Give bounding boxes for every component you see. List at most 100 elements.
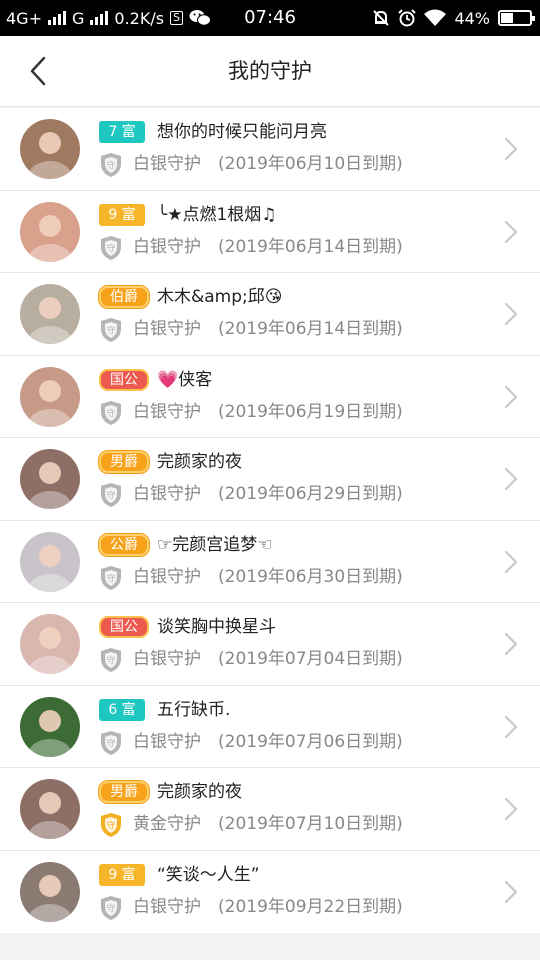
guard-type: 白银守护 <box>133 319 201 339</box>
expiry-date: (2019年06月10日到期) <box>218 154 403 174</box>
avatar[interactable] <box>20 861 80 922</box>
shield-icon: 守 <box>101 648 121 672</box>
user-name: ╰★点燃1根烟♫ <box>157 204 277 225</box>
user-name: 完颜家的夜 <box>157 452 242 472</box>
user-name: “笑谈～人生” <box>157 864 260 885</box>
expiry-date: (2019年06月14日到期) <box>218 236 403 257</box>
shield-icon: 守 <box>101 730 121 755</box>
status-right: 44% <box>372 0 535 36</box>
avatar[interactable] <box>20 201 80 262</box>
avatar-image <box>20 119 80 179</box>
alarm-icon <box>398 9 417 27</box>
guard-row[interactable]: 国公 谈笑胸中换星斗 守 白银守护 (2019年07月04日到期) <box>0 603 540 686</box>
status-bar: 4G+ G 0.2K/s S 07:46 44% <box>0 0 540 36</box>
chevron-right-icon <box>504 302 518 326</box>
battery-icon <box>498 10 535 26</box>
user-name: 完颜家的夜 <box>157 782 242 802</box>
guard-row[interactable]: 男爵 完颜家的夜 守 黄金守护 (2019年07月10日到期) <box>0 768 540 851</box>
level-badge: 7 富 <box>99 121 145 143</box>
level-badge: 6 富 <box>99 698 145 721</box>
guard-row[interactable]: 伯爵 木木&amp;邱😘 守 白银守护 (2019年06月14日到期) <box>0 273 540 356</box>
chevron-right-icon <box>504 880 518 903</box>
guard-type: 白银守护 <box>133 896 201 917</box>
expiry-date: (2019年07月04日到期) <box>218 649 403 669</box>
level-badge: 男爵 <box>99 781 149 803</box>
chevron-right-icon <box>504 632 518 656</box>
avatar-image <box>20 861 80 922</box>
avatar-image <box>20 614 80 674</box>
avatar[interactable] <box>20 696 80 757</box>
user-name: ☞完颜宫追梦☜ <box>157 534 273 555</box>
user-name: 五行缺币. <box>157 699 231 720</box>
level-badge: 9 富 <box>99 203 145 226</box>
expiry-date: (2019年06月14日到期) <box>218 319 403 339</box>
svg-text:守: 守 <box>106 242 115 254</box>
wifi-icon <box>424 9 447 26</box>
avatar[interactable] <box>20 119 80 179</box>
guard-row[interactable]: 9 富 “笑谈～人生” 守 白银守护 (2019年09月22日到期) <box>0 851 540 934</box>
guard-row[interactable]: 6 富 五行缺币. 守 白银守护 (2019年07月06日到期) <box>0 686 540 768</box>
avatar[interactable] <box>20 531 80 592</box>
svg-text:守: 守 <box>106 325 115 337</box>
level-badge: 国公 <box>99 368 149 391</box>
avatar[interactable] <box>20 449 80 509</box>
guard-list: 7 富 想你的时候只能问月亮 守 白银守护 (2019年06月10日到期) 9 … <box>0 108 540 933</box>
shield-icon: 守 <box>101 235 121 260</box>
bottom-area <box>0 933 540 960</box>
shield-icon: 守 <box>101 153 121 177</box>
guard-row[interactable]: 7 富 想你的时候只能问月亮 守 白银守护 (2019年06月10日到期) <box>0 108 540 191</box>
avatar[interactable] <box>20 284 80 344</box>
guard-row[interactable]: 9 富 ╰★点燃1根烟♫ 守 白银守护 (2019年06月14日到期) <box>0 191 540 273</box>
user-name: 木木&amp;邱😘 <box>157 287 283 307</box>
avatar[interactable] <box>20 366 80 427</box>
svg-text:守: 守 <box>106 820 115 832</box>
avatar-image <box>20 779 80 839</box>
guard-type: 白银守护 <box>133 484 201 504</box>
svg-text:守: 守 <box>106 902 115 914</box>
guard-row[interactable]: 国公 💗侠客 守 白银守护 (2019年06月19日到期) <box>0 356 540 438</box>
avatar-image <box>20 284 80 344</box>
avatar-image <box>20 531 80 592</box>
guard-type: 白银守护 <box>133 236 201 257</box>
shield-icon: 守 <box>101 565 121 590</box>
page-title: 我的守护 <box>228 59 312 83</box>
guard-type: 白银守护 <box>133 154 201 174</box>
svg-text:守: 守 <box>106 160 115 172</box>
level-badge: 国公 <box>99 616 149 638</box>
level-badge: 男爵 <box>99 451 149 473</box>
app-header: 我的守护 <box>0 36 540 107</box>
mute-icon <box>373 10 390 26</box>
shield-icon: 守 <box>101 895 121 920</box>
guard-row[interactable]: 公爵 ☞完颜宫追梦☜ 守 白银守护 (2019年06月30日到期) <box>0 521 540 603</box>
guard-type: 白银守护 <box>133 731 201 752</box>
svg-text:守: 守 <box>106 655 115 667</box>
svg-text:守: 守 <box>106 572 115 584</box>
chevron-right-icon <box>504 220 518 243</box>
guard-type: 白银守护 <box>133 649 201 669</box>
chevron-right-icon <box>504 797 518 821</box>
avatar-image <box>20 696 80 757</box>
battery-percent: 44% <box>454 8 490 28</box>
avatar-image <box>20 449 80 509</box>
user-name: 谈笑胸中换星斗 <box>157 617 276 637</box>
avatar[interactable] <box>20 779 80 839</box>
level-badge: 公爵 <box>99 533 149 556</box>
chevron-right-icon <box>504 550 518 573</box>
chevron-right-icon <box>504 137 518 161</box>
chevron-right-icon <box>504 385 518 408</box>
chevron-right-icon <box>504 467 518 491</box>
svg-text:守: 守 <box>106 737 115 749</box>
shield-icon: 守 <box>101 813 121 837</box>
expiry-date: (2019年06月29日到期) <box>218 484 403 504</box>
level-badge: 伯爵 <box>99 286 149 308</box>
shield-icon: 守 <box>101 400 121 425</box>
user-name: 💗侠客 <box>157 369 213 390</box>
user-name: 想你的时候只能问月亮 <box>157 122 327 142</box>
svg-text:守: 守 <box>106 407 115 419</box>
guard-row[interactable]: 男爵 完颜家的夜 守 白银守护 (2019年06月29日到期) <box>0 438 540 521</box>
avatar[interactable] <box>20 614 80 674</box>
guard-type: 白银守护 <box>133 566 201 587</box>
expiry-date: (2019年09月22日到期) <box>218 896 403 917</box>
expiry-date: (2019年07月10日到期) <box>218 814 403 834</box>
shield-icon: 守 <box>101 483 121 507</box>
